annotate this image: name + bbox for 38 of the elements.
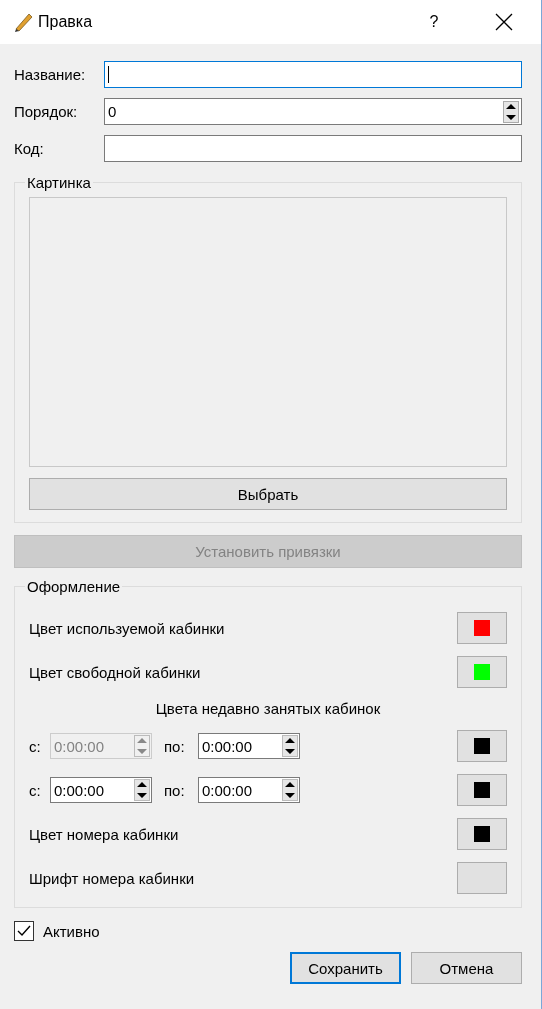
group-title: Картинка bbox=[26, 174, 92, 191]
time-field[interactable]: 0:00:00 bbox=[198, 777, 300, 803]
color-button[interactable] bbox=[457, 656, 507, 688]
field-label: Порядок: bbox=[14, 103, 79, 120]
group-title: Оформление bbox=[26, 578, 122, 595]
setting-label: Шрифт номера кабинки bbox=[29, 869, 196, 887]
checkbox[interactable] bbox=[14, 921, 34, 941]
color-button[interactable] bbox=[457, 730, 507, 762]
input-field[interactable] bbox=[104, 61, 522, 88]
choose-button[interactable]: Выбрать bbox=[29, 478, 507, 510]
time-field[interactable]: 0:00:00 bbox=[198, 733, 300, 759]
window-title: Правка bbox=[38, 13, 93, 31]
time-field[interactable]: 0:00:00 bbox=[50, 777, 152, 803]
section-heading: Цвета недавно занятых кабинок bbox=[154, 700, 382, 718]
spin-arrows-icon[interactable] bbox=[134, 779, 150, 801]
to-label: по: bbox=[164, 781, 186, 799]
spin-arrows-icon[interactable] bbox=[282, 735, 298, 757]
spin-arrows-icon[interactable] bbox=[503, 100, 519, 123]
pencil-icon bbox=[12, 11, 34, 33]
spin-field[interactable]: 0 bbox=[104, 98, 522, 125]
spin-arrows-icon[interactable] bbox=[282, 779, 298, 801]
setting-label: Цвет свободной кабинки bbox=[29, 663, 202, 681]
field-label: Название: bbox=[14, 66, 87, 83]
from-label: с: bbox=[29, 781, 42, 799]
setting-label: Цвет используемой кабинки bbox=[29, 619, 226, 637]
save-button[interactable]: Сохранить bbox=[290, 952, 401, 984]
color-button[interactable] bbox=[457, 612, 507, 644]
to-label: по: bbox=[164, 737, 186, 755]
input-field[interactable] bbox=[104, 135, 522, 162]
field-label: Код: bbox=[14, 140, 45, 157]
cancel-button[interactable]: Отмена bbox=[411, 952, 522, 984]
setting-label: Цвет номера кабинки bbox=[29, 825, 180, 843]
from-label: с: bbox=[29, 737, 42, 755]
checkbox-label: Активно bbox=[43, 922, 100, 940]
color-button[interactable] bbox=[457, 818, 507, 850]
close-icon bbox=[495, 13, 513, 31]
color-button[interactable] bbox=[457, 774, 507, 806]
help-button[interactable]: ? bbox=[411, 7, 457, 37]
